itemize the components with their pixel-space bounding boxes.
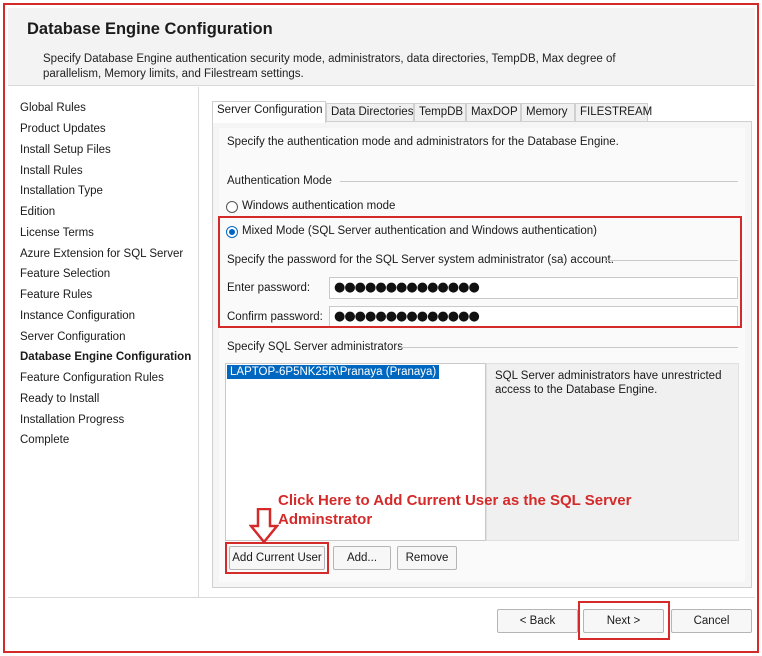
admin-list-item[interactable]: LAPTOP-6P5NK25R\Pranaya (Pranaya) — [227, 365, 440, 379]
tab-filestream[interactable]: FILESTREAM — [575, 103, 652, 122]
nav-item-azure-extension[interactable]: Azure Extension for SQL Server — [20, 248, 183, 260]
nav-item-product-updates[interactable]: Product Updates — [20, 123, 106, 135]
admins-description-text: SQL Server administrators have unrestric… — [495, 370, 722, 396]
nav-item-installation-progress[interactable]: Installation Progress — [20, 414, 124, 426]
panel-intro-text: Specify the authentication mode and admi… — [227, 136, 619, 148]
admins-separator — [398, 347, 738, 348]
cancel-button[interactable]: Cancel — [671, 609, 752, 633]
nav-item-feature-selection[interactable]: Feature Selection — [20, 268, 110, 280]
tab-memory[interactable]: Memory — [521, 103, 575, 122]
next-button-highlight — [578, 601, 670, 640]
nav-item-database-engine-configuration[interactable]: Database Engine Configuration — [20, 351, 191, 363]
page-header: Database Engine Configuration Specify Da… — [8, 8, 755, 86]
auth-mode-label: Authentication Mode — [227, 175, 332, 187]
nav-item-installation-type[interactable]: Installation Type — [20, 185, 103, 197]
auth-mode-separator — [340, 181, 738, 182]
nav-item-install-setup-files[interactable]: Install Setup Files — [20, 144, 111, 156]
tab-tempdb[interactable]: TempDB — [414, 103, 466, 122]
nav-item-instance-configuration[interactable]: Instance Configuration — [20, 310, 135, 322]
footer-separator — [8, 597, 755, 598]
add-button[interactable]: Add... — [333, 546, 391, 570]
nav-item-edition[interactable]: Edition — [20, 206, 55, 218]
windows-auth-label[interactable]: Windows authentication mode — [242, 200, 395, 212]
mixed-mode-highlight — [218, 216, 742, 328]
nav-item-complete[interactable]: Complete — [20, 434, 69, 446]
nav-item-install-rules[interactable]: Install Rules — [20, 165, 83, 177]
nav-item-license-terms[interactable]: License Terms — [20, 227, 94, 239]
back-button[interactable]: < Back — [497, 609, 578, 633]
tab-server-configuration[interactable]: Server Configuration — [212, 101, 326, 123]
wizard-steps-nav: Global Rules Product Updates Install Set… — [8, 87, 199, 597]
windows-auth-radio[interactable] — [226, 201, 238, 213]
nav-item-feature-rules[interactable]: Feature Rules — [20, 289, 92, 301]
add-current-user-highlight — [225, 542, 329, 574]
nav-item-feature-configuration-rules[interactable]: Feature Configuration Rules — [20, 372, 164, 384]
page-description: Specify Database Engine authentication s… — [43, 53, 616, 80]
remove-button[interactable]: Remove — [397, 546, 457, 570]
annotation-callout: Click Here to Add Current User as the SQ… — [278, 492, 632, 528]
nav-item-server-configuration[interactable]: Server Configuration — [20, 331, 125, 343]
nav-item-global-rules[interactable]: Global Rules — [20, 102, 86, 114]
page-title: Database Engine Configuration — [27, 20, 273, 38]
tab-data-directories[interactable]: Data Directories — [326, 103, 414, 122]
tab-maxdop[interactable]: MaxDOP — [466, 103, 521, 122]
nav-item-ready-to-install[interactable]: Ready to Install — [20, 393, 99, 405]
annotation-arrow-icon — [249, 508, 279, 544]
admins-label: Specify SQL Server administrators — [227, 341, 403, 353]
